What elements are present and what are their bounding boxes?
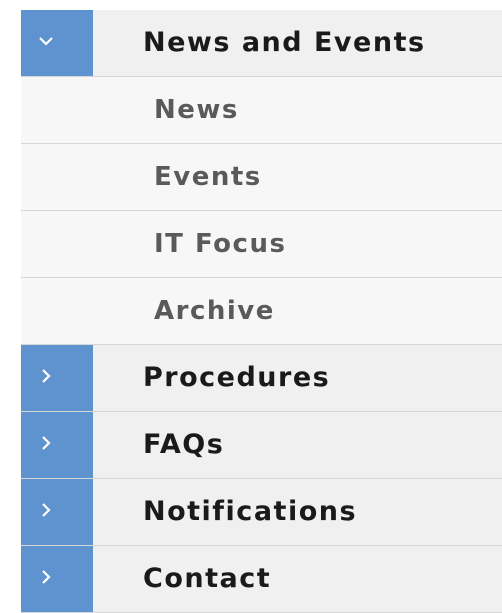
menu-item-label: News and Events <box>143 27 426 58</box>
submenu-item-news[interactable]: News <box>21 77 502 144</box>
menu-item-news-and-events[interactable]: News and Events <box>21 10 502 77</box>
submenu-item-label: Archive <box>154 296 275 326</box>
expand-toggle[interactable] <box>21 345 93 411</box>
expand-toggle[interactable] <box>21 10 93 76</box>
chevron-down-icon <box>39 37 53 46</box>
submenu-item-it-focus[interactable]: IT Focus <box>21 211 502 278</box>
expand-toggle[interactable] <box>21 412 93 478</box>
menu-item-faqs[interactable]: FAQs <box>21 412 502 479</box>
chevron-right-icon <box>42 369 51 383</box>
submenu-item-label: IT Focus <box>154 229 287 259</box>
menu-item-notifications[interactable]: Notifications <box>21 479 502 546</box>
menu-item-label: FAQs <box>143 429 225 460</box>
chevron-right-icon <box>42 503 51 517</box>
accordion-menu: News and Events News Events IT Focus Arc… <box>0 10 502 613</box>
menu-item-label: Procedures <box>143 362 331 393</box>
chevron-right-icon <box>42 436 51 450</box>
submenu-item-archive[interactable]: Archive <box>21 278 502 345</box>
submenu-item-label: Events <box>154 162 262 192</box>
submenu-item-label: News <box>154 95 239 125</box>
menu-item-procedures[interactable]: Procedures <box>21 345 502 412</box>
chevron-right-icon <box>42 570 51 584</box>
submenu-item-events[interactable]: Events <box>21 144 502 211</box>
menu-item-contact[interactable]: Contact <box>21 546 502 613</box>
menu-item-label: Contact <box>143 563 272 594</box>
menu-item-label: Notifications <box>143 496 358 527</box>
expand-toggle[interactable] <box>21 546 93 612</box>
expand-toggle[interactable] <box>21 479 93 545</box>
